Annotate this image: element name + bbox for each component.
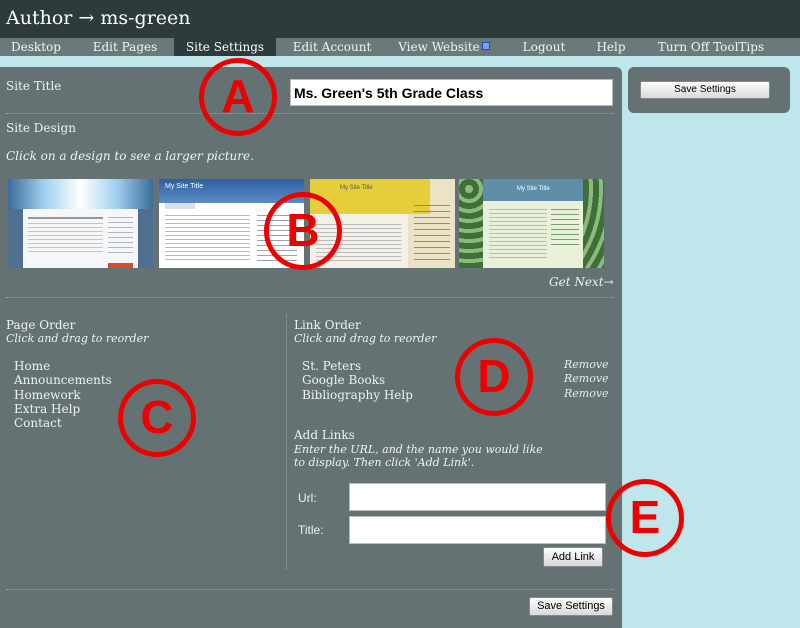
thumb-text-line [28,217,103,219]
callout-b: B [264,192,342,270]
nav-desktop[interactable]: Desktop [0,38,72,56]
thumb-sidebar [551,209,579,249]
link-order-hint: Click and drag to reorder [294,332,437,345]
thumb-tab [165,203,195,209]
remove-link-button[interactable]: Remove [564,372,609,385]
title-label: Title: [298,523,324,537]
thumb-text-block [28,223,103,253]
thumb-site-title: My Site Title [340,185,373,191]
page-item-home[interactable]: Home [14,359,50,373]
save-settings-button-top[interactable]: Save Settings [640,81,770,99]
nav-view-website[interactable]: View Website [396,38,492,56]
app-title: Author → ms-green [6,7,191,29]
nav-turn-off-tooltips[interactable]: Turn Off ToolTips [652,38,770,56]
page-item-homework[interactable]: Homework [14,388,81,402]
divider [6,297,614,298]
nav-edit-account[interactable]: Edit Account [286,38,378,56]
design-thumbnail-4[interactable]: My Site Title [459,179,604,268]
remove-link-button[interactable]: Remove [564,358,609,371]
link-order-label: Link Order [294,318,361,332]
site-title-input[interactable] [290,79,613,106]
add-links-label: Add Links [294,428,355,442]
get-next-link[interactable]: Get Next→ [549,275,614,289]
external-link-icon [481,42,490,50]
column-divider [286,314,287,569]
page-item-announcements[interactable]: Announcements [14,373,112,387]
link-item-bibliography-help[interactable]: Bibliography Help [302,388,413,402]
design-thumbnail-1[interactable] [8,179,153,268]
thumb-text-block [165,215,250,263]
page-item-contact[interactable]: Contact [14,416,62,430]
callout-d: D [455,338,533,416]
nav-help[interactable]: Help [590,38,632,56]
top-bar: Author → ms-green [0,0,800,38]
nav-site-settings[interactable]: Site Settings [174,38,276,56]
page-order-hint: Click and drag to reorder [6,332,149,345]
add-links-hint: Enter the URL, and the name you would li… [294,443,543,469]
remove-link-button[interactable]: Remove [564,387,609,400]
nav-logout[interactable]: Logout [516,38,572,56]
divider [6,113,614,114]
thumb-site-title: My Site Title [165,183,204,190]
url-input[interactable] [349,483,606,511]
nav-view-website-label: View Website [398,40,480,54]
thumb-site-title: My Site Title [517,186,550,192]
link-item-google-books[interactable]: Google Books [302,373,385,387]
divider [6,589,614,590]
site-title-label: Site Title [6,79,62,93]
save-settings-button-bottom[interactable]: Save Settings [529,597,613,616]
thumb-sidebar [108,217,133,253]
thumb-text-block [489,209,547,259]
page-order-label: Page Order [6,318,76,332]
side-panel: Save Settings [628,67,790,113]
page-item-extra-help[interactable]: Extra Help [14,402,80,416]
url-label: Url: [298,491,317,505]
site-design-label: Site Design [6,121,76,135]
title-input[interactable] [349,516,606,544]
site-design-hint: Click on a design to see a larger pictur… [6,149,254,163]
thumb-accent [108,263,133,268]
callout-e: E [606,479,684,557]
thumb-sidebar [414,205,450,265]
add-link-button[interactable]: Add Link [543,547,603,567]
nav-edit-pages[interactable]: Edit Pages [80,38,170,56]
thumb-header [8,179,153,209]
callout-c: C [118,379,196,457]
callout-a: A [199,58,277,136]
link-item-st-peters[interactable]: St. Peters [302,359,361,373]
main-nav: Desktop Edit Pages Site Settings Edit Ac… [0,38,800,56]
